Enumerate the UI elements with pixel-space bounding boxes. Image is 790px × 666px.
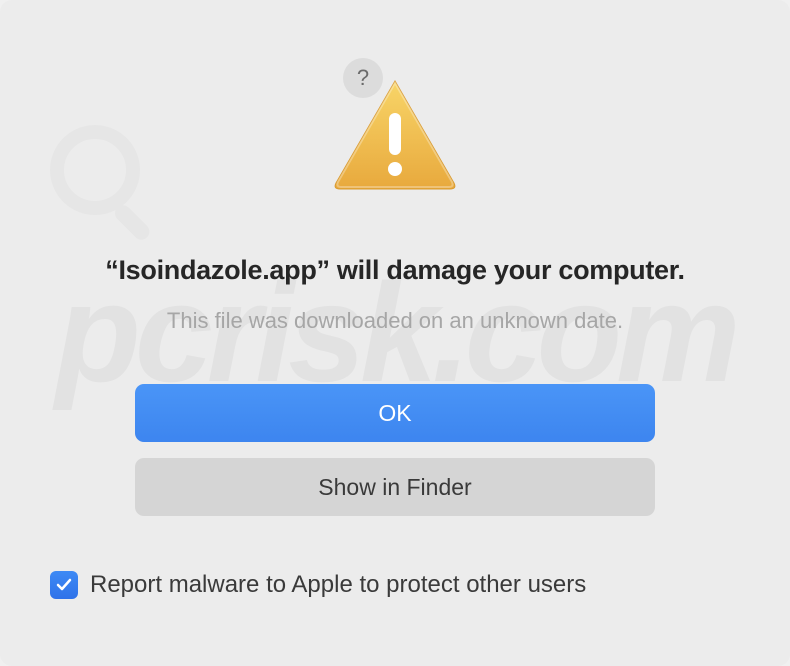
ok-button[interactable]: OK bbox=[135, 384, 655, 442]
checkmark-icon bbox=[55, 576, 73, 594]
dialog-headline: “Isoindazole.app” will damage your compu… bbox=[105, 255, 684, 286]
button-group: OK Show in Finder bbox=[135, 384, 655, 516]
show-in-finder-button[interactable]: Show in Finder bbox=[135, 458, 655, 516]
report-malware-checkbox[interactable] bbox=[50, 571, 78, 599]
warning-dialog: pcrisk.com ? “Isoindazole.app” will dama… bbox=[0, 0, 790, 666]
report-malware-row: Report malware to Apple to protect other… bbox=[50, 571, 586, 599]
dialog-subtext: This file was downloaded on an unknown d… bbox=[167, 308, 623, 334]
warning-icon bbox=[330, 75, 460, 200]
report-malware-label: Report malware to Apple to protect other… bbox=[90, 571, 586, 599]
watermark-magnifier-icon bbox=[45, 120, 175, 255]
